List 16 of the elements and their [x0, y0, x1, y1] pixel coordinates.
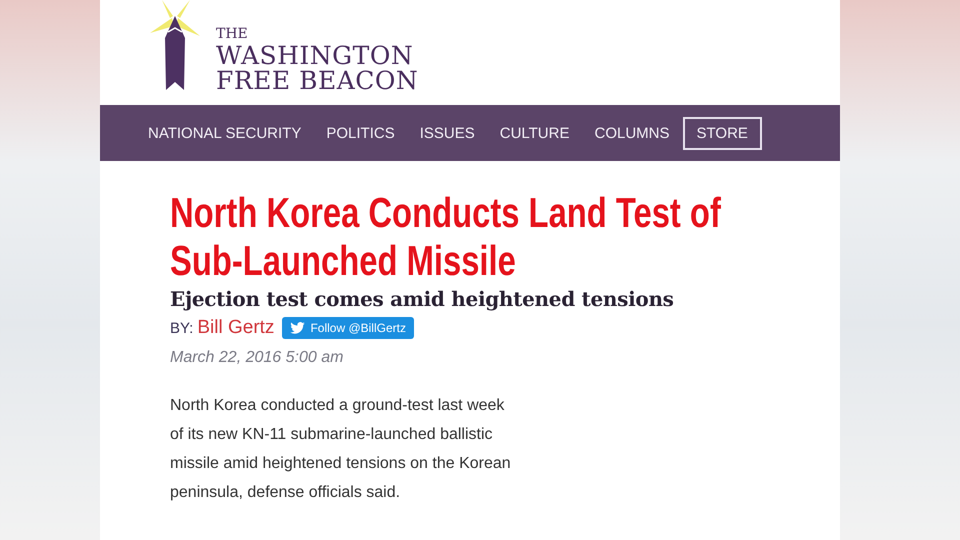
headline: North Korea Conducts Land Test of Sub-Launched Missile [170, 189, 722, 285]
bird-icon [290, 322, 306, 334]
author-link[interactable]: Bill Gertz [197, 317, 274, 339]
nav-link[interactable]: NATIONAL SECURITY [136, 124, 314, 142]
nav-link[interactable]: ISSUES [408, 124, 487, 142]
subheadline: Ejection test comes amid heightened tensions [170, 287, 675, 311]
publish-date: March 22, 2016 5:00 am [170, 349, 344, 367]
logo-text: THE [216, 27, 249, 41]
logo-text: WASHINGTON [216, 43, 414, 68]
nav-link[interactable]: CULTURE [488, 124, 582, 142]
byline-label: BY: [170, 320, 194, 336]
article-paragraph: North Korea conducted a ground-test last week of its new KN-11 submarine-launched ballistic missile amid heightened tensions on the Korean peninsula, defense officials said. [170, 396, 512, 503]
nav-link[interactable]: COLUMNS [582, 124, 682, 142]
nav-link[interactable]: STORE [682, 116, 762, 150]
nav-link[interactable]: POLITICS [314, 124, 407, 142]
logo-text: FREE BEACON [216, 68, 418, 93]
